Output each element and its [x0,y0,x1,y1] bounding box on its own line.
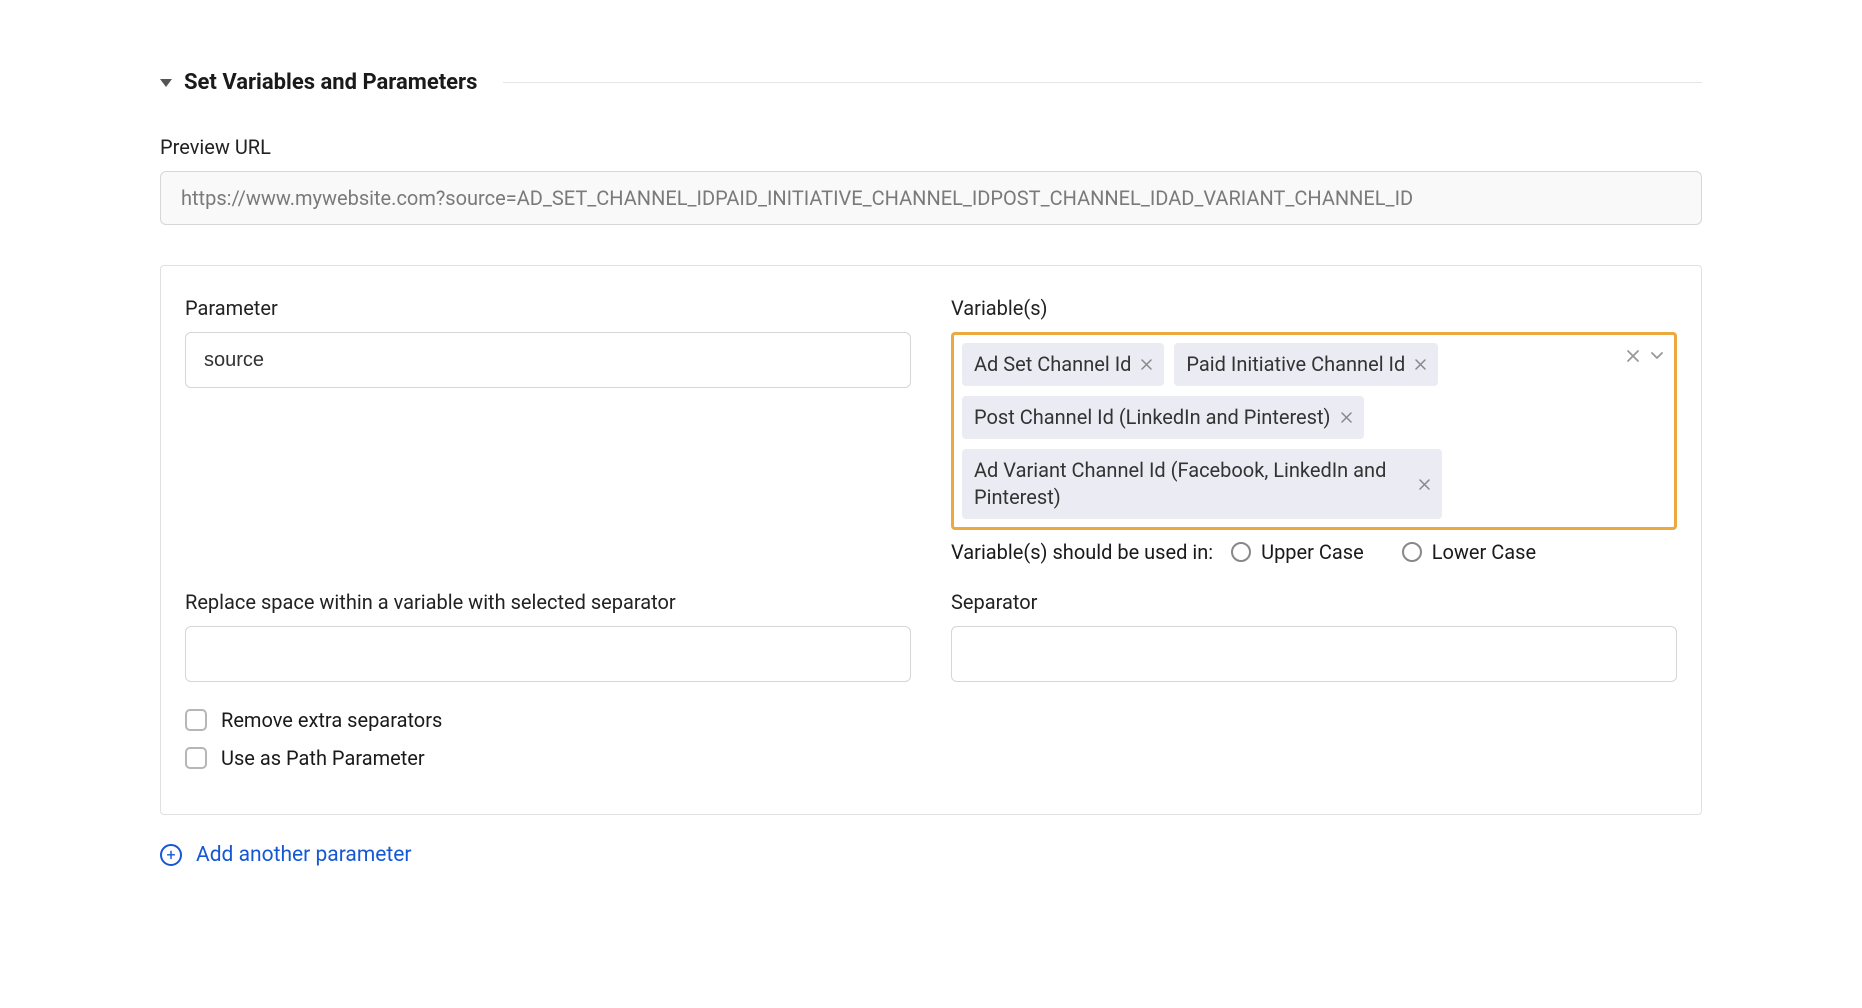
radio-icon [1402,542,1422,562]
separator-label: Separator [951,590,1677,614]
remove-extra-label: Remove extra separators [221,708,442,732]
checkbox-icon [185,747,207,769]
plus-circle-icon: + [160,844,182,866]
preview-url-label: Preview URL [160,135,1702,159]
path-param-row[interactable]: Use as Path Parameter [185,746,1677,770]
chip-label: Ad Variant Channel Id (Facebook, LinkedI… [974,457,1409,511]
section-header: Set Variables and Parameters [160,70,1702,95]
case-label: Variable(s) should be used in: [951,540,1213,564]
add-parameter-link[interactable]: + Add another parameter [160,843,1702,867]
parameter-label: Parameter [185,296,911,320]
path-param-label: Use as Path Parameter [221,746,425,770]
variable-chip: Ad Variant Channel Id (Facebook, LinkedI… [962,449,1442,519]
chip-label: Ad Set Channel Id [974,351,1131,378]
clear-all-icon[interactable] [1626,349,1640,363]
case-option-label: Upper Case [1261,540,1364,564]
remove-extra-row[interactable]: Remove extra separators [185,708,1677,732]
chip-label: Post Channel Id (LinkedIn and Pinterest) [974,404,1331,431]
remove-chip-icon[interactable] [1415,359,1426,370]
case-option-label: Lower Case [1432,540,1536,564]
section-divider [503,82,1702,83]
replace-space-label: Replace space within a variable with sel… [185,590,911,614]
remove-chip-icon[interactable] [1141,359,1152,370]
add-parameter-label: Add another parameter [196,843,412,867]
replace-space-input[interactable] [185,626,911,682]
chip-label: Paid Initiative Channel Id [1186,351,1405,378]
section-title: Set Variables and Parameters [184,70,477,95]
preview-url-value: https://www.mywebsite.com?source=AD_SET_… [160,171,1702,225]
radio-icon [1231,542,1251,562]
collapse-toggle-icon[interactable] [160,79,172,87]
remove-chip-icon[interactable] [1419,479,1430,490]
variables-multiselect[interactable]: Ad Set Channel Id Paid Initiative Channe… [951,332,1677,530]
case-option-upper[interactable]: Upper Case [1231,540,1364,564]
separator-input[interactable] [951,626,1677,682]
variable-chip: Ad Set Channel Id [962,343,1164,386]
checkbox-icon [185,709,207,731]
variable-chip: Paid Initiative Channel Id [1174,343,1438,386]
variables-label: Variable(s) [951,296,1677,320]
parameter-input[interactable] [185,332,911,388]
case-option-lower[interactable]: Lower Case [1402,540,1536,564]
chevron-down-icon[interactable] [1650,351,1664,361]
variable-chip: Post Channel Id (LinkedIn and Pinterest) [962,396,1364,439]
parameter-card: Parameter Variable(s) Ad Set Ch [160,265,1702,815]
remove-chip-icon[interactable] [1341,412,1352,423]
case-row: Variable(s) should be used in: Upper Cas… [951,540,1677,564]
